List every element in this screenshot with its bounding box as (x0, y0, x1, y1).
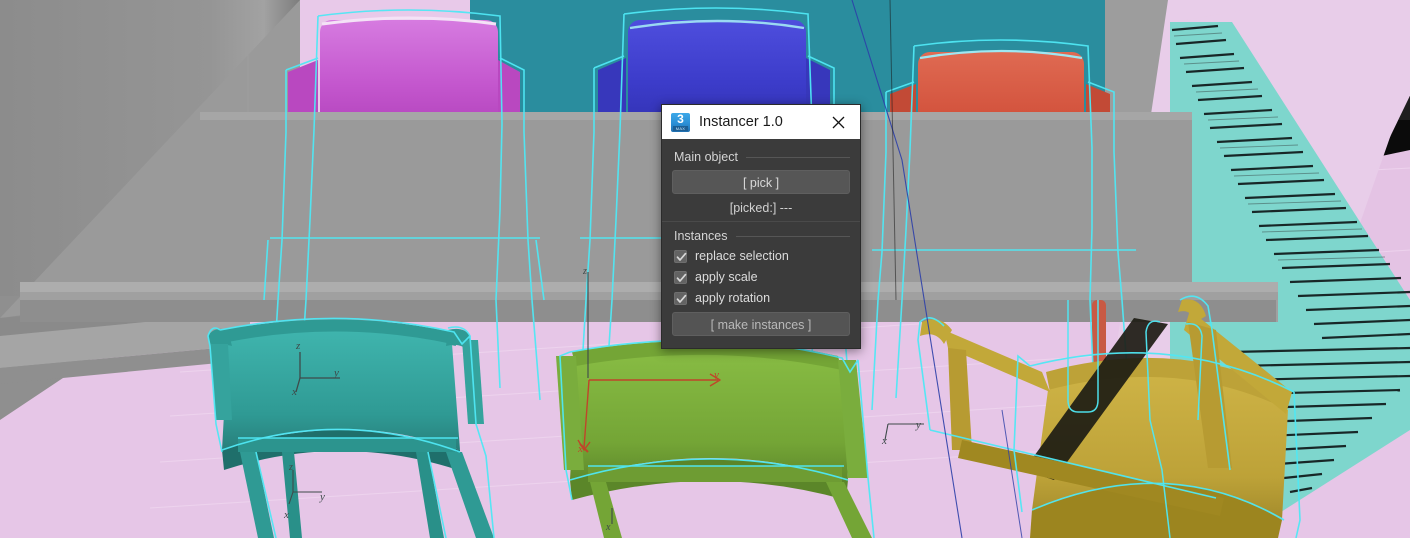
dialog-title: Instancer 1.0 (699, 114, 783, 130)
svg-text:x: x (283, 509, 289, 521)
main-object-label: Main object (674, 150, 738, 164)
checkbox-row-replace-selection[interactable]: replace selection (674, 249, 850, 263)
app-icon-number: 3 (677, 111, 684, 126)
make-instances-wrap: [ make instances ] (672, 312, 850, 336)
make-instances-button[interactable]: [ make instances ] (672, 312, 850, 336)
svg-text:x: x (881, 435, 887, 447)
dialog-title-bar[interactable]: 3 MAX Instancer 1.0 (662, 105, 860, 139)
checkbox-label-apply-scale: apply scale (695, 270, 758, 284)
close-icon[interactable] (816, 105, 860, 139)
svg-text:x: x (291, 386, 297, 398)
section-divider (662, 221, 860, 222)
svg-text:y: y (713, 369, 719, 381)
svg-text:z: z (295, 340, 301, 352)
svg-text:z: z (582, 266, 587, 277)
app-icon-subtext: MAX (673, 125, 688, 131)
instancer-dialog[interactable]: 3 MAX Instancer 1.0 Main object [ pick ]… (661, 104, 861, 349)
picked-status: [picked:] --- (729, 201, 793, 215)
checkbox-row-apply-rotation[interactable]: apply rotation (674, 291, 850, 305)
main-object-section-header: Main object (674, 150, 850, 164)
svg-text:x: x (605, 522, 611, 533)
3dsmax-app-icon: 3 MAX (671, 111, 690, 132)
svg-text:y: y (319, 491, 325, 503)
checkbox-apply-rotation[interactable] (674, 291, 687, 305)
instances-section-header: Instances (674, 229, 850, 243)
instances-label: Instances (674, 229, 728, 243)
svg-text:y: y (333, 367, 339, 379)
svg-text:z: z (288, 462, 293, 473)
pick-button[interactable]: [ pick ] (672, 170, 850, 194)
header-rule (745, 156, 850, 158)
checkbox-apply-scale[interactable] (674, 270, 687, 284)
checkbox-label-apply-rotation: apply rotation (695, 291, 771, 305)
checkbox-label-replace-selection: replace selection (695, 249, 789, 263)
checkbox-replace-selection[interactable] (674, 249, 687, 263)
checkbox-row-apply-scale[interactable]: apply scale (674, 270, 850, 284)
dialog-body: Main object [ pick ] [picked:] --- Insta… (662, 139, 860, 348)
header-rule (735, 235, 850, 237)
svg-text:y: y (915, 419, 921, 431)
